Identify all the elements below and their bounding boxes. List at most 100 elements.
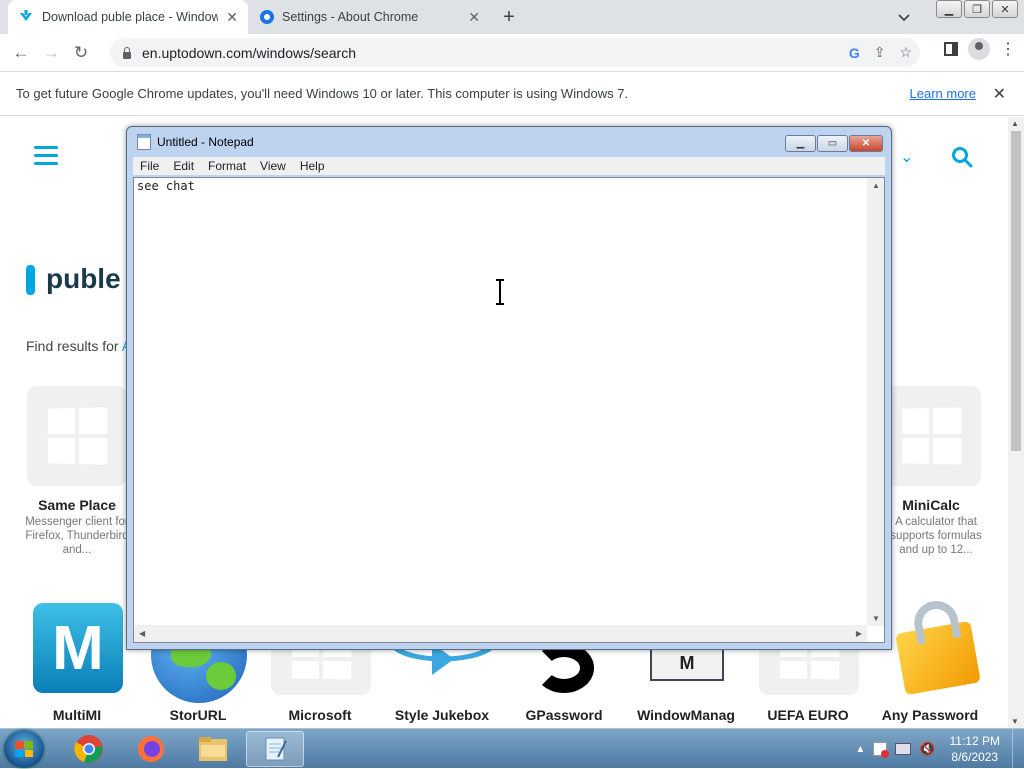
reload-button[interactable]: ↻: [66, 38, 96, 68]
menu-format[interactable]: Format: [201, 159, 253, 173]
lock-icon[interactable]: [122, 46, 132, 59]
menu-edit[interactable]: Edit: [166, 159, 201, 173]
scroll-right-arrow-icon[interactable]: ▶: [856, 629, 862, 638]
windows-taskbar: ▲ 🔇 11:12 PM 8/6/2023: [0, 728, 1024, 769]
clock-date: 8/6/2023: [951, 750, 999, 764]
app-title[interactable]: Style Jukebox: [382, 707, 502, 723]
gear-icon: [260, 10, 274, 24]
app-title[interactable]: Microsoft: [260, 707, 380, 723]
google-icon[interactable]: G: [849, 45, 860, 61]
back-button[interactable]: ←: [6, 38, 36, 68]
scroll-up-arrow-icon[interactable]: ▲: [872, 181, 880, 190]
app-icon-minicalc[interactable]: [881, 386, 981, 486]
scroll-down-arrow-icon[interactable]: ▼: [872, 614, 880, 623]
windowmanager-icon[interactable]: M: [650, 645, 724, 681]
text-cursor-icon: [496, 279, 504, 305]
taskbar-firefox[interactable]: [122, 731, 180, 767]
taskbar-notepad[interactable]: [246, 731, 304, 767]
notepad-menubar: File Edit Format View Help: [133, 157, 885, 175]
close-button[interactable]: ✕: [992, 0, 1018, 18]
chrome-icon: [74, 735, 103, 763]
app-title[interactable]: GPassword: [504, 707, 624, 723]
menu-help[interactable]: Help: [293, 159, 332, 173]
address-bar[interactable]: en.uptodown.com/windows/search G ⇪ ☆: [110, 38, 920, 67]
uptodown-icon: [20, 10, 32, 21]
notepad-close-button[interactable]: ✕: [849, 135, 883, 152]
heading-accent: [26, 265, 35, 295]
chevron-down-icon[interactable]: ⌄: [900, 147, 913, 167]
menu-kebab-icon[interactable]: ⋮: [1000, 39, 1016, 59]
network-icon[interactable]: [895, 743, 912, 755]
notepad-text-area[interactable]: see chat ▲ ▼ ◀ ▶: [133, 177, 885, 643]
notepad-content: see chat: [137, 179, 195, 193]
notepad-horizontal-scrollbar[interactable]: ◀ ▶: [134, 625, 867, 642]
tab-uptodown[interactable]: Download puble place - Window ✕: [8, 0, 248, 34]
learn-more-link[interactable]: Learn more: [910, 86, 976, 101]
notepad-title: Untitled - Notepad: [157, 135, 254, 149]
scroll-left-arrow-icon[interactable]: ◀: [139, 629, 145, 638]
card-desc: A calculator that supports formulas and …: [890, 516, 982, 556]
action-center-icon[interactable]: [873, 742, 890, 758]
app-icon-same-place[interactable]: [27, 386, 127, 486]
firefox-icon: [138, 736, 164, 762]
bookmark-star-icon[interactable]: ☆: [899, 44, 912, 61]
tab-title: Download puble place - Window: [42, 10, 219, 24]
tab-close-icon[interactable]: ✕: [468, 9, 480, 26]
notepad-minimize-button[interactable]: ▁: [785, 135, 816, 152]
notepad-window: Untitled - Notepad ▁ ▭ ✕ File Edit Forma…: [126, 126, 892, 650]
notepad-icon: [265, 737, 287, 761]
windows-logo-icon: [15, 741, 33, 757]
menu-file[interactable]: File: [133, 159, 166, 173]
scroll-up-arrow-icon[interactable]: ▲: [1011, 119, 1019, 128]
show-hidden-icons-icon[interactable]: ▲: [855, 744, 865, 755]
notepad-maximize-button[interactable]: ▭: [817, 135, 848, 152]
windows-placeholder-icon: [47, 407, 108, 465]
restore-button[interactable]: ❐: [964, 0, 990, 18]
tab-title: Settings - About Chrome: [282, 10, 419, 24]
app-title[interactable]: StorURL: [138, 707, 258, 723]
tab-close-icon[interactable]: ✕: [226, 9, 238, 26]
find-results-prefix: Find results for: [26, 338, 122, 354]
app-title[interactable]: WindowManag: [626, 707, 746, 723]
app-title[interactable]: UEFA EURO: [748, 707, 868, 723]
search-icon[interactable]: [951, 146, 973, 168]
notepad-titlebar[interactable]: Untitled - Notepad ▁ ▭ ✕: [127, 127, 891, 157]
menu-view[interactable]: View: [253, 159, 293, 173]
page-title: puble: [46, 263, 121, 294]
card-desc: Messenger client for Firefox, Thunderbir…: [25, 516, 129, 556]
profile-avatar[interactable]: [968, 38, 990, 60]
new-tab-button[interactable]: +: [498, 6, 520, 29]
infobar-close-icon[interactable]: ✕: [993, 84, 1006, 104]
system-clock[interactable]: 11:12 PM 8/6/2023: [942, 733, 1012, 765]
tab-search-icon[interactable]: [896, 9, 912, 25]
share-icon[interactable]: ⇪: [874, 44, 886, 61]
minimize-button[interactable]: ▁: [936, 0, 962, 18]
tab-strip: Download puble place - Window ✕ Settings…: [0, 0, 1024, 34]
notepad-icon: [137, 134, 151, 150]
folder-icon: [199, 737, 227, 761]
multimi-app-icon[interactable]: M: [33, 603, 123, 693]
infobar-message: To get future Google Chrome updates, you…: [16, 86, 629, 101]
system-tray: ▲ 🔇 11:12 PM 8/6/2023: [855, 729, 1024, 769]
tab-settings[interactable]: Settings - About Chrome ✕: [250, 0, 490, 34]
page-scrollbar[interactable]: ▲ ▼: [1008, 117, 1024, 728]
notepad-vertical-scrollbar[interactable]: ▲ ▼: [867, 178, 884, 626]
hamburger-menu-icon[interactable]: [34, 146, 58, 166]
find-results-text: Find results for A: [26, 338, 131, 354]
app-title[interactable]: Any Password: [870, 707, 990, 723]
app-title[interactable]: MultiMI: [17, 707, 137, 723]
side-panel-icon[interactable]: [944, 42, 958, 56]
card-title[interactable]: Same Place: [17, 497, 137, 513]
taskbar-chrome[interactable]: [60, 731, 118, 767]
show-desktop-button[interactable]: [1012, 729, 1024, 769]
any-password-lock-icon[interactable]: [892, 597, 981, 697]
start-button[interactable]: [4, 730, 44, 768]
scroll-down-arrow-icon[interactable]: ▼: [1011, 717, 1019, 726]
taskbar-explorer[interactable]: [184, 731, 242, 767]
scrollbar-thumb[interactable]: [1011, 131, 1021, 451]
update-infobar: To get future Google Chrome updates, you…: [0, 71, 1024, 116]
clock-time: 11:12 PM: [949, 734, 1000, 748]
browser-toolbar: ← → ↻ en.uptodown.com/windows/search G ⇪…: [0, 34, 1024, 71]
forward-button[interactable]: →: [36, 38, 66, 68]
volume-muted-icon[interactable]: 🔇: [919, 741, 935, 757]
